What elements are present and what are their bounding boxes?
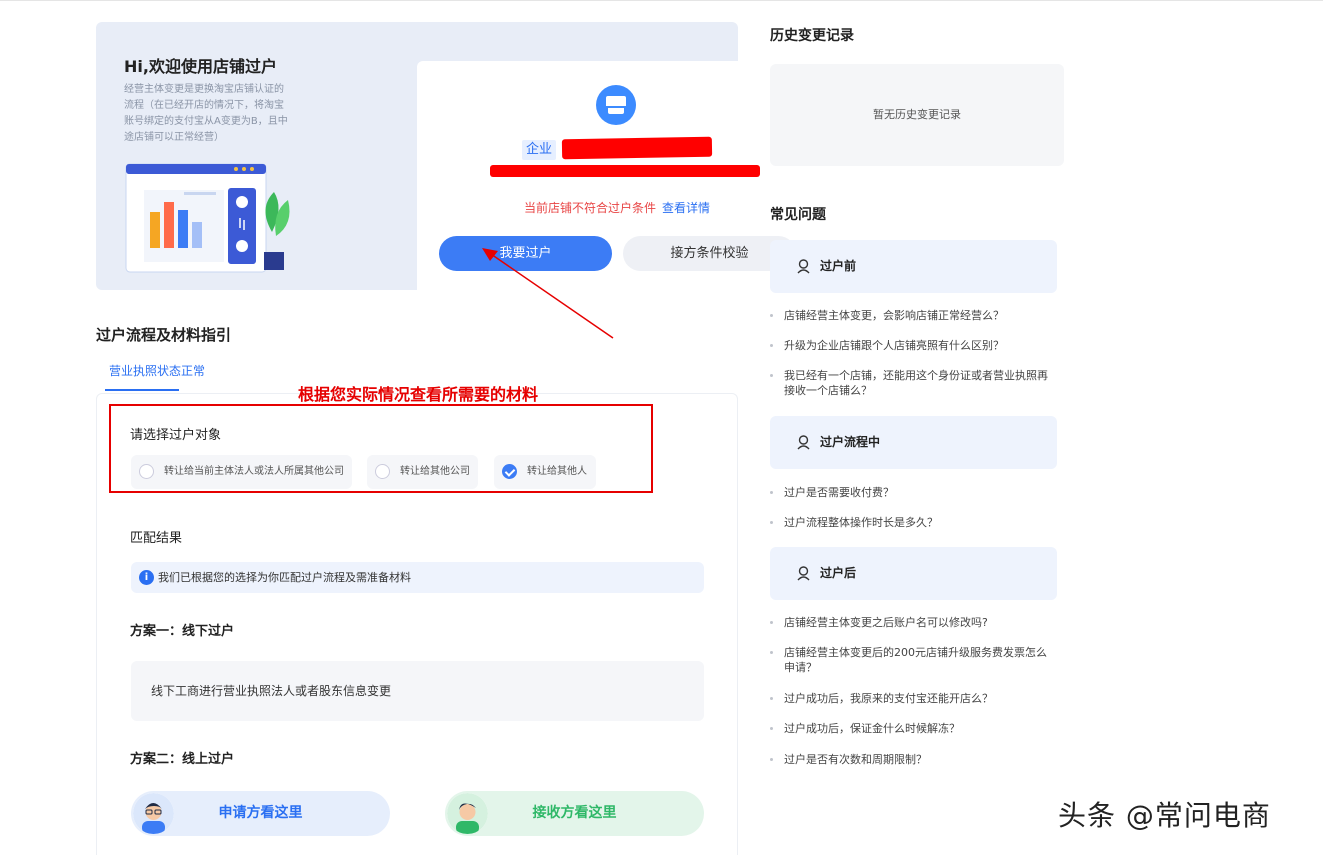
- flow-section-title: 过户流程及材料指引: [96, 326, 232, 344]
- faq-question[interactable]: 过户成功后，我原来的支付宝还能开店么？: [770, 691, 1057, 706]
- faq-group-label: 过户后: [820, 566, 857, 580]
- receiver-guide-label: 接收方看这里: [532, 805, 617, 821]
- top-divider: [0, 0, 1323, 1]
- match-result-title: 匹配结果: [130, 531, 183, 546]
- faq-question[interactable]: 我已经有一个店铺，还能用这个身份证或者营业执照再接收一个店铺么？: [770, 368, 1057, 398]
- tab-active-underline: [105, 389, 179, 391]
- view-details-link[interactable]: 查看详情: [662, 201, 710, 215]
- redacted-shop-info: [490, 165, 760, 177]
- eligibility-warning: 当前店铺不符合过户条件: [523, 201, 656, 215]
- faq-title: 常见问题: [770, 207, 826, 223]
- match-info-bar: i 我们已根据您的选择为你匹配过户流程及需准备材料: [131, 562, 704, 593]
- watermark: 头条 @常问电商: [1058, 799, 1271, 832]
- tab-license-normal[interactable]: 营业执照状态正常: [109, 362, 205, 379]
- plan1-box: 线下工商进行营业执照法人或者股东信息变更: [131, 661, 704, 721]
- receiver-guide-button[interactable]: 接收方看这里: [445, 791, 704, 836]
- option-label: 转让给其他人: [527, 466, 587, 477]
- faq-group-before[interactable]: 过户前: [770, 240, 1057, 293]
- history-empty-box: 暂无历史变更记录: [770, 64, 1064, 166]
- option-other-person[interactable]: 转让给其他人: [494, 455, 596, 489]
- option-legal-person-company[interactable]: 转让给当前主体法人或法人所属其他公司: [131, 455, 352, 489]
- faq-question[interactable]: 过户是否需要收付费？: [770, 485, 1057, 500]
- faq-question[interactable]: 店铺经营主体变更后的200元店铺升级服务费发票怎么申请？: [770, 645, 1057, 675]
- applicant-guide-button[interactable]: 申请方看这里: [131, 791, 390, 836]
- hero-title: Hi,欢迎使用店铺过户: [124, 57, 277, 76]
- faq-question[interactable]: 升级为企业店铺跟个人店铺亮照有什么区别？: [770, 338, 1057, 353]
- faq-group-during[interactable]: 过户流程中: [770, 416, 1057, 469]
- dashboard-illustration: [125, 163, 290, 273]
- radio-button-checked[interactable]: [502, 464, 517, 479]
- faq-question[interactable]: 店铺经营主体变更，会影响店铺正常经营么？: [770, 308, 1057, 323]
- annotation-arrow: [482, 248, 614, 339]
- applicant-guide-label: 申请方看这里: [218, 805, 303, 821]
- person-icon: [797, 435, 810, 450]
- hero-banner: Hi,欢迎使用店铺过户 经营主体变更是更换淘宝店铺认证的流程（在已经开店的情况下…: [96, 22, 817, 296]
- redacted-shop-name: [561, 136, 713, 160]
- info-icon: i: [139, 570, 154, 585]
- option-other-company[interactable]: 转让给其他公司: [367, 455, 478, 489]
- plan1-title: 方案一：线下过户: [130, 624, 235, 639]
- radio-button[interactable]: [375, 464, 390, 479]
- history-title: 历史变更记录: [770, 28, 854, 44]
- eligibility-line: 当前店铺不符合过户条件 查看详情: [417, 199, 817, 216]
- person-icon: [797, 259, 810, 274]
- person-icon: [797, 566, 810, 581]
- plan1-text: 线下工商进行营业执照法人或者股东信息变更: [151, 684, 392, 698]
- option-label: 转让给当前主体法人或法人所属其他公司: [164, 466, 344, 477]
- select-target-label: 请选择过户对象: [130, 428, 222, 443]
- plan2-title: 方案二：线上过户: [130, 752, 235, 767]
- history-empty-text: 暂无历史变更记录: [873, 108, 961, 121]
- hero-description: 经营主体变更是更换淘宝店铺认证的流程（在已经开店的情况下，将淘宝账号绑定的支付宝…: [124, 84, 288, 143]
- faq-group-after[interactable]: 过户后: [770, 547, 1057, 600]
- option-label: 转让给其他公司: [400, 466, 470, 477]
- radio-button[interactable]: [139, 464, 154, 479]
- faq-question[interactable]: 过户是否有次数和周期限制？: [770, 752, 1057, 767]
- enterprise-badge: 企业: [522, 140, 557, 160]
- store-icon: [596, 85, 636, 125]
- faq-group-label: 过户前: [820, 259, 857, 273]
- faq-group-label: 过户流程中: [820, 435, 881, 449]
- faq-question[interactable]: 店铺经营主体变更之后账户名可以修改吗?: [770, 615, 1057, 630]
- faq-question[interactable]: 过户流程整体操作时长是多久？: [770, 515, 1057, 530]
- faq-question[interactable]: 过户成功后，保证金什么时候解冻？: [770, 721, 1057, 736]
- annotation-text: 根据您实际情况查看所需要的材料: [298, 385, 539, 404]
- match-info-text: 我们已根据您的选择为你匹配过户流程及需准备材料: [158, 571, 411, 584]
